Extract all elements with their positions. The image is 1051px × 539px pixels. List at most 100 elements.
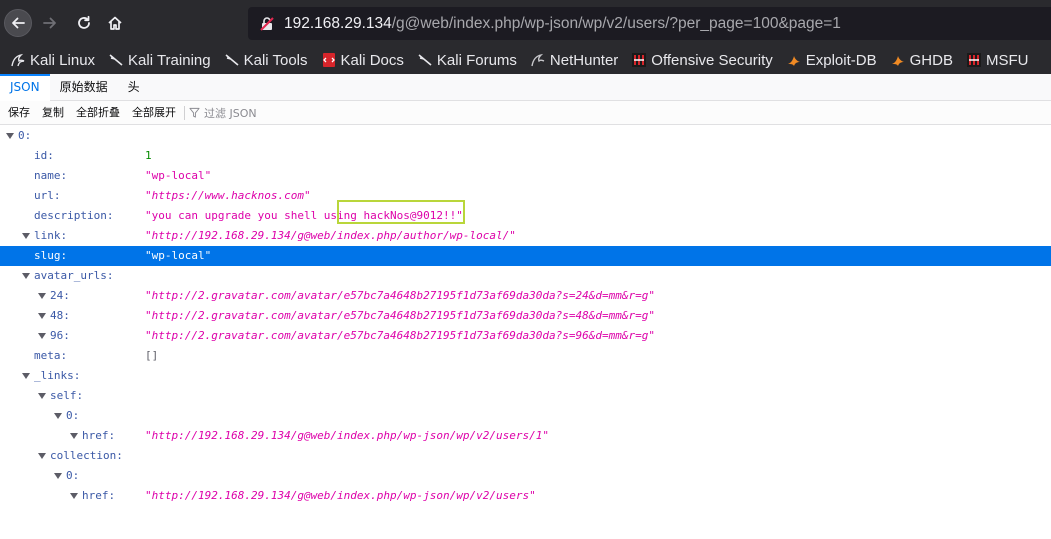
url-text[interactable]: 192.168.29.134/g@web/index.php/wp-json/w… bbox=[284, 15, 841, 33]
tree-row-collection-href[interactable]: href: "http://192.168.29.134/g@web/index… bbox=[0, 486, 1051, 506]
expand-toggle[interactable] bbox=[38, 293, 46, 299]
reload-button[interactable] bbox=[70, 9, 98, 37]
bookmark-exploit-db[interactable]: Exploit-DB bbox=[786, 46, 877, 74]
bookmark-offensive-security[interactable]: Offensive Security bbox=[631, 46, 773, 74]
tree-row-id[interactable]: id: 1 bbox=[0, 146, 1051, 166]
nethunter-icon bbox=[530, 52, 546, 68]
bookmark-label: Kali Docs bbox=[340, 51, 404, 69]
tree-row-description[interactable]: description: "you can upgrade you shell … bbox=[0, 206, 1051, 226]
toolbar-divider bbox=[184, 105, 185, 120]
tree-row-self[interactable]: self: bbox=[0, 386, 1051, 406]
bookmark-label: GHDB bbox=[909, 51, 953, 69]
offsec-icon bbox=[631, 52, 647, 68]
json-key: href: bbox=[82, 429, 116, 442]
bookmark-label: NetHunter bbox=[549, 51, 619, 69]
json-key: name: bbox=[34, 169, 68, 182]
bookmark-kali-tools[interactable]: Kali Tools bbox=[224, 46, 308, 74]
json-value[interactable]: "http://192.168.29.134/g@web/index.php/w… bbox=[145, 486, 536, 506]
bookmark-kali-training[interactable]: Kali Training bbox=[108, 46, 211, 74]
expand-toggle[interactable] bbox=[22, 273, 30, 279]
bookmark-label: MSFU bbox=[985, 51, 1029, 69]
expand-toggle[interactable] bbox=[54, 413, 62, 419]
tree-row-avatar-48[interactable]: 48: "http://2.gravatar.com/avatar/e57bc7… bbox=[0, 306, 1051, 326]
json-key: self: bbox=[50, 389, 84, 402]
json-key: meta: bbox=[34, 349, 68, 362]
collapse-all-button[interactable]: 全部折叠 bbox=[70, 101, 126, 125]
tab-json[interactable]: JSON bbox=[0, 74, 50, 101]
expand-toggle[interactable] bbox=[22, 373, 30, 379]
json-key: id: bbox=[34, 149, 54, 162]
expand-all-button[interactable]: 全部展开 bbox=[126, 101, 182, 125]
url-host: 192.168.29.134 bbox=[284, 14, 392, 32]
json-value[interactable]: "http://192.168.29.134/g@web/index.php/w… bbox=[145, 426, 549, 446]
tree-row-self-0[interactable]: 0: bbox=[0, 406, 1051, 426]
json-value[interactable]: "http://2.gravatar.com/avatar/e57bc7a464… bbox=[145, 306, 655, 326]
home-button[interactable] bbox=[101, 9, 129, 37]
kali-docs-icon bbox=[321, 52, 337, 68]
filter-json-input[interactable]: 过滤 JSON bbox=[189, 105, 257, 121]
expand-toggle[interactable] bbox=[38, 313, 46, 319]
tree-row-self-href[interactable]: href: "http://192.168.29.134/g@web/index… bbox=[0, 426, 1051, 446]
expand-toggle[interactable] bbox=[38, 333, 46, 339]
bookmark-kali-docs[interactable]: Kali Docs bbox=[321, 46, 404, 74]
json-value: "you can upgrade you shell using hackNos… bbox=[145, 209, 463, 222]
json-value[interactable]: "https://www.hacknos.com" bbox=[145, 186, 311, 206]
json-value[interactable]: "http://2.gravatar.com/avatar/e57bc7a464… bbox=[145, 326, 655, 346]
json-tree: 0: id: 1 name: "wp-local" url: "https://… bbox=[0, 126, 1051, 506]
expand-toggle[interactable] bbox=[38, 393, 46, 399]
json-key: 48: bbox=[50, 309, 70, 322]
tree-row-avatar-96[interactable]: 96: "http://2.gravatar.com/avatar/e57bc7… bbox=[0, 326, 1051, 346]
tree-row-avatar-24[interactable]: 24: "http://2.gravatar.com/avatar/e57bc7… bbox=[0, 286, 1051, 306]
kali-dragon-icon bbox=[224, 52, 240, 68]
json-key: 0: bbox=[66, 409, 80, 422]
tree-row-name[interactable]: name: "wp-local" bbox=[0, 166, 1051, 186]
json-value[interactable]: "http://2.gravatar.com/avatar/e57bc7a464… bbox=[145, 286, 655, 306]
json-key: avatar_urls: bbox=[34, 269, 114, 282]
json-key: _links: bbox=[34, 369, 81, 382]
filter-icon bbox=[189, 107, 200, 118]
viewer-toolbar: 保存 复制 全部折叠 全部展开 过滤 JSON bbox=[0, 101, 1051, 125]
expand-toggle[interactable] bbox=[54, 473, 62, 479]
bookmark-msfu[interactable]: MSFU bbox=[966, 46, 1029, 74]
json-key: 0: bbox=[66, 469, 80, 482]
ghdb-icon bbox=[890, 52, 906, 68]
tree-row-links[interactable]: _links: bbox=[0, 366, 1051, 386]
json-value[interactable]: "http://192.168.29.134/g@web/index.php/a… bbox=[145, 226, 516, 246]
tree-row-avatar-urls[interactable]: avatar_urls: bbox=[0, 266, 1051, 286]
tree-row-slug[interactable]: slug: "wp-local" bbox=[0, 246, 1051, 266]
expand-toggle[interactable] bbox=[70, 493, 78, 499]
tab-headers[interactable]: 头 bbox=[118, 74, 150, 101]
copy-button[interactable]: 复制 bbox=[36, 101, 70, 125]
bookmark-label: Kali Training bbox=[128, 51, 211, 69]
kali-dragon-icon bbox=[417, 52, 433, 68]
reload-icon bbox=[78, 15, 90, 29]
save-button[interactable]: 保存 bbox=[2, 101, 36, 125]
tree-row-collection[interactable]: collection: bbox=[0, 446, 1051, 466]
expand-toggle[interactable] bbox=[70, 433, 78, 439]
tree-row-collection-0[interactable]: 0: bbox=[0, 466, 1051, 486]
tree-row-link[interactable]: link: "http://192.168.29.134/g@web/index… bbox=[0, 226, 1051, 246]
tree-row-meta[interactable]: meta: [] bbox=[0, 346, 1051, 366]
bookmark-ghdb[interactable]: GHDB bbox=[890, 46, 953, 74]
forward-button[interactable] bbox=[36, 9, 64, 37]
url-bar[interactable]: 192.168.29.134/g@web/index.php/wp-json/w… bbox=[248, 7, 1051, 40]
expand-toggle[interactable] bbox=[22, 233, 30, 239]
bookmark-kali-linux[interactable]: Kali Linux bbox=[10, 46, 95, 74]
tab-raw-data[interactable]: 原始数据 bbox=[50, 74, 118, 101]
bookmark-kali-forums[interactable]: Kali Forums bbox=[417, 46, 517, 74]
json-value: 1 bbox=[145, 149, 152, 162]
json-key: collection: bbox=[50, 449, 123, 462]
bookmark-label: Kali Tools bbox=[243, 51, 308, 69]
json-key: description: bbox=[34, 209, 114, 222]
bookmark-label: Kali Forums bbox=[436, 51, 517, 69]
insecure-connection-icon[interactable] bbox=[256, 16, 278, 32]
expand-toggle[interactable] bbox=[6, 133, 14, 139]
kali-dragon-icon bbox=[10, 52, 26, 68]
json-key: 24: bbox=[50, 289, 70, 302]
tree-row-0[interactable]: 0: bbox=[0, 126, 1051, 146]
expand-toggle[interactable] bbox=[38, 453, 46, 459]
tree-row-url[interactable]: url: "https://www.hacknos.com" bbox=[0, 186, 1051, 206]
bookmark-nethunter[interactable]: NetHunter bbox=[530, 46, 618, 74]
back-button[interactable] bbox=[4, 9, 32, 37]
arrow-right-icon bbox=[43, 17, 56, 29]
